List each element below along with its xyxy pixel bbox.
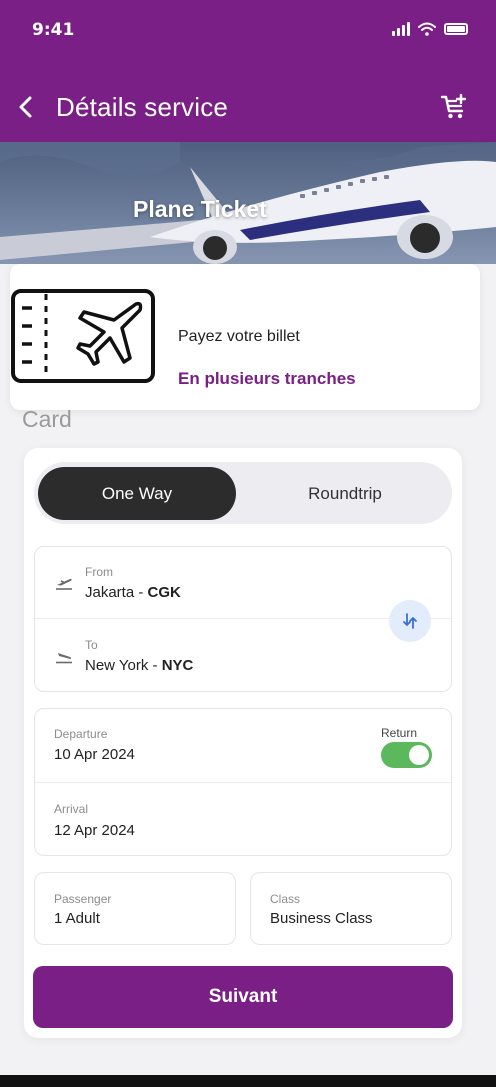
class-label: Class xyxy=(270,892,301,906)
ticket-plane-icon xyxy=(11,289,155,383)
status-icons xyxy=(392,22,468,36)
to-code: NYC xyxy=(161,657,194,674)
to-label: To xyxy=(85,638,98,652)
wifi-icon xyxy=(418,22,436,36)
back-icon[interactable] xyxy=(14,93,38,121)
tab-roundtrip[interactable]: Roundtrip xyxy=(240,467,450,520)
return-toggle[interactable] xyxy=(381,742,432,768)
passenger-box[interactable] xyxy=(34,872,236,945)
from-label: From xyxy=(85,565,113,579)
page-title: Détails service xyxy=(56,92,229,122)
app-header: 9:41 Détails service xyxy=(0,0,496,142)
to-field[interactable]: New York - NYC xyxy=(85,657,193,674)
battery-icon xyxy=(444,23,468,35)
return-label: Return xyxy=(381,726,418,740)
passenger-value: 1 Adult xyxy=(54,910,100,927)
passenger-label: Passenger xyxy=(54,892,112,906)
signal-icon xyxy=(392,22,410,36)
from-field[interactable]: Jakarta - CGK xyxy=(85,584,181,601)
promo-text: Payez votre billet xyxy=(178,328,300,345)
dates-divider xyxy=(35,782,451,783)
screen: 9:41 Détails service Plane Ticket Payez … xyxy=(0,0,496,1075)
takeoff-icon xyxy=(56,578,72,590)
landing-icon xyxy=(56,653,72,664)
hero-title: Plane Ticket xyxy=(133,196,267,222)
swap-button[interactable] xyxy=(389,600,431,642)
promo-highlight[interactable]: En plusieurs tranches xyxy=(178,369,356,389)
bottom-bar xyxy=(0,1075,496,1087)
departure-field[interactable]: 10 Apr 2024 xyxy=(54,746,135,763)
cart-add-icon[interactable] xyxy=(440,93,468,121)
next-button[interactable]: Suivant xyxy=(33,966,453,1028)
arrival-label: Arrival xyxy=(54,802,89,816)
to-city: New York xyxy=(85,657,149,674)
class-value: Business Class xyxy=(270,910,373,927)
tab-one-way[interactable]: One Way xyxy=(38,467,236,520)
arrival-field[interactable]: 12 Apr 2024 xyxy=(54,822,135,839)
section-label: Card xyxy=(22,406,72,432)
class-box[interactable] xyxy=(250,872,452,945)
from-city: Jakarta xyxy=(85,584,135,601)
departure-label: Departure xyxy=(54,727,108,741)
swap-icon xyxy=(403,613,417,629)
status-time: 9:41 xyxy=(32,20,75,40)
from-code: CGK xyxy=(147,584,181,601)
